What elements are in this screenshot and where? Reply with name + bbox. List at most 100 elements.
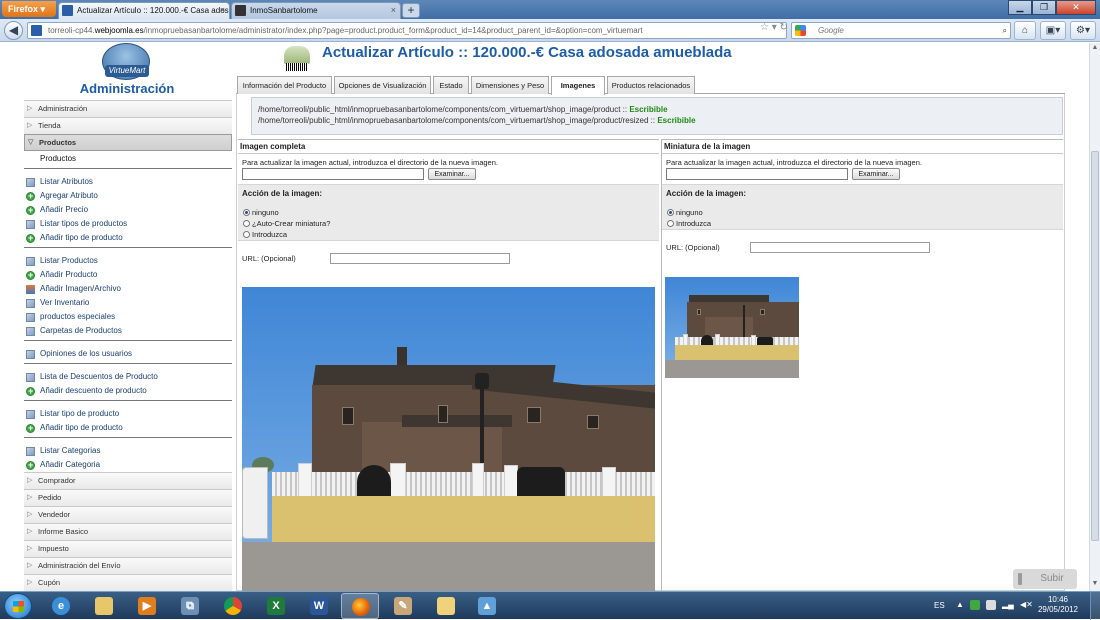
sidebar-link-label: Carpetas de Productos: [40, 326, 122, 335]
divider: [24, 168, 232, 175]
home-icon[interactable]: ⌂: [1014, 21, 1036, 40]
vertical-scrollbar[interactable]: ▲ ▼: [1089, 43, 1100, 591]
firefox-menu-button[interactable]: Firefox ▾: [2, 1, 56, 17]
thumbnail-file-input[interactable]: [666, 168, 848, 180]
tray-device-icon[interactable]: [986, 600, 996, 610]
taskbar-image-viewer[interactable]: ▲: [468, 593, 506, 619]
back-arrow-icon[interactable]: ◀: [4, 21, 23, 40]
taskbar-paint-app[interactable]: ✎: [384, 593, 422, 619]
system-clock[interactable]: 10:46 29/05/2012: [1032, 595, 1084, 615]
close-window-icon[interactable]: ✕: [1056, 0, 1096, 15]
google-icon[interactable]: [795, 25, 806, 36]
address-bar[interactable]: torreoli-cp44.webjoomla.es/inmopruebasan…: [27, 22, 787, 39]
browser-tab-active[interactable]: Actualizar Artículo :: 120.000.-€ Casa a…: [58, 2, 230, 19]
sidebar-link[interactable]: Añadir Imagen/Archivo: [24, 282, 232, 296]
sidebar-section-vendedor[interactable]: Vendedor: [24, 506, 232, 523]
sidebar-section-informe-basico[interactable]: Informe Basico: [24, 523, 232, 540]
tab-estado[interactable]: Estado: [433, 76, 469, 94]
radio-button[interactable]: [667, 220, 674, 227]
sidebar-link[interactable]: Listar tipo de producto: [24, 407, 232, 421]
sidebar-section-comprador[interactable]: Comprador: [24, 472, 232, 489]
sidebar-section-cupon[interactable]: Cupón: [24, 574, 232, 591]
thumbnail-browse-button[interactable]: Examinar...: [852, 168, 900, 180]
taskbar-file-explorer[interactable]: [85, 593, 123, 619]
maximize-icon[interactable]: ❐: [1032, 0, 1056, 15]
network-signal-icon[interactable]: ▂▄: [1002, 600, 1014, 610]
tab-opciones-visualizacion[interactable]: Opciones de Visualización: [334, 76, 431, 94]
sidebar-link[interactable]: Añadir descuento de producto: [24, 384, 232, 398]
sidebar-section-productos[interactable]: Productos: [24, 134, 232, 151]
radio-button[interactable]: [667, 209, 674, 216]
search-icon[interactable]: ⌕: [1003, 23, 1007, 38]
tab-imagenes[interactable]: Imagenes: [551, 76, 605, 95]
sidebar-section-pedido[interactable]: Pedido: [24, 489, 232, 506]
radio-option-introduzca[interactable]: Introduzca: [662, 218, 1063, 229]
sidebar-link[interactable]: productos especiales: [24, 310, 232, 324]
new-tab-button[interactable]: +: [402, 3, 420, 18]
close-tab-icon[interactable]: ×: [391, 3, 396, 18]
browser-tab-inmosanbartolome[interactable]: InmoSanbartolome ×: [231, 2, 401, 19]
full-image-url-input[interactable]: [330, 253, 510, 264]
sidebar-link[interactable]: Listar Productos: [24, 254, 232, 268]
sidebar-link[interactable]: Lista de Descuentos de Producto: [24, 370, 232, 384]
tray-app-icon[interactable]: [970, 600, 980, 610]
taskbar-internet-explorer[interactable]: e: [42, 593, 80, 619]
scroll-to-top-button[interactable]: Subir: [1013, 569, 1077, 589]
full-image-browse-button[interactable]: Examinar...: [428, 168, 476, 180]
tab-dimensiones-peso[interactable]: Dimensiones y Peso: [471, 76, 549, 94]
taskbar-chrome[interactable]: [214, 593, 252, 619]
sidebar-link[interactable]: Agregar Atributo: [24, 189, 232, 203]
close-tab-icon[interactable]: ×: [220, 3, 225, 18]
directory-row: /home/torreoli/public_html/inmopruebasan…: [258, 115, 1062, 126]
sidebar-link[interactable]: Añadir tipo de producto: [24, 421, 232, 435]
site-identity-icon[interactable]: [31, 25, 42, 36]
tab-productos-relacionados[interactable]: Productos relacionados: [607, 76, 695, 94]
radio-option-auto-crear[interactable]: ¿Auto-Crear miniatura?: [238, 218, 659, 229]
clock-time: 10:46: [1047, 595, 1069, 604]
sidebar-link[interactable]: Listar Atributos: [24, 175, 232, 189]
scroll-down-icon[interactable]: ▼: [1090, 580, 1100, 587]
taskbar-excel[interactable]: X: [257, 593, 295, 619]
sidebar-section-tienda[interactable]: Tienda: [24, 117, 232, 134]
start-button[interactable]: [4, 593, 32, 619]
taskbar-media-player[interactable]: ▶: [128, 593, 166, 619]
sidebar-link[interactable]: Añadir Precio: [24, 203, 232, 217]
radio-option-introduzca[interactable]: Introduzca: [238, 229, 659, 240]
taskbar-network[interactable]: ⧉: [171, 593, 209, 619]
full-image-file-input[interactable]: [242, 168, 424, 180]
volume-muted-icon[interactable]: ◀✕: [1020, 600, 1033, 610]
radio-button[interactable]: [243, 231, 250, 238]
sidebar-link[interactable]: Añadir Producto: [24, 268, 232, 282]
bookmark-star-icon[interactable]: ☆ ▾ ↻: [760, 22, 788, 33]
scroll-up-icon[interactable]: ▲: [1090, 44, 1100, 51]
firefox-icon: [352, 598, 370, 616]
show-hidden-icons-icon[interactable]: ▲: [956, 600, 966, 610]
sidebar-link[interactable]: Ver Inventario: [24, 296, 232, 310]
taskbar-firefox[interactable]: [341, 593, 379, 619]
sidebar-link[interactable]: Opiniones de los usuarios: [24, 347, 232, 361]
sidebar-section-envio[interactable]: Administración del Envío: [24, 557, 232, 574]
media-player-icon: ▶: [138, 597, 156, 615]
taskbar-folder[interactable]: [427, 593, 465, 619]
taskbar-word[interactable]: W: [300, 593, 338, 619]
sidebar-link[interactable]: Listar tipos de productos: [24, 217, 232, 231]
tab-informacion-producto[interactable]: Información del Producto: [237, 76, 332, 94]
search-input[interactable]: Google ⌕: [791, 22, 1011, 39]
radio-option-ninguno[interactable]: ninguno: [662, 207, 1063, 218]
extension-icon[interactable]: ⚙▾: [1070, 21, 1096, 40]
addons-icon[interactable]: ▣▾: [1040, 21, 1066, 40]
sidebar-link[interactable]: Añadir Categoria: [24, 458, 232, 472]
language-indicator[interactable]: ES: [934, 601, 945, 610]
scrollbar-thumb[interactable]: [1091, 151, 1099, 541]
minimize-icon[interactable]: ▁: [1008, 0, 1032, 15]
sidebar-section-impuesto[interactable]: Impuesto: [24, 540, 232, 557]
show-desktop-button[interactable]: [1090, 592, 1100, 620]
radio-button[interactable]: [243, 209, 250, 216]
sidebar-section-administracion[interactable]: Administración: [24, 100, 232, 117]
thumbnail-url-input[interactable]: [750, 242, 930, 253]
radio-button[interactable]: [243, 220, 250, 227]
sidebar-link[interactable]: Listar Categorias: [24, 444, 232, 458]
radio-option-ninguno[interactable]: ninguno: [238, 207, 659, 218]
sidebar-link[interactable]: Carpetas de Productos: [24, 324, 232, 338]
sidebar-link[interactable]: Añadir tipo de producto: [24, 231, 232, 245]
